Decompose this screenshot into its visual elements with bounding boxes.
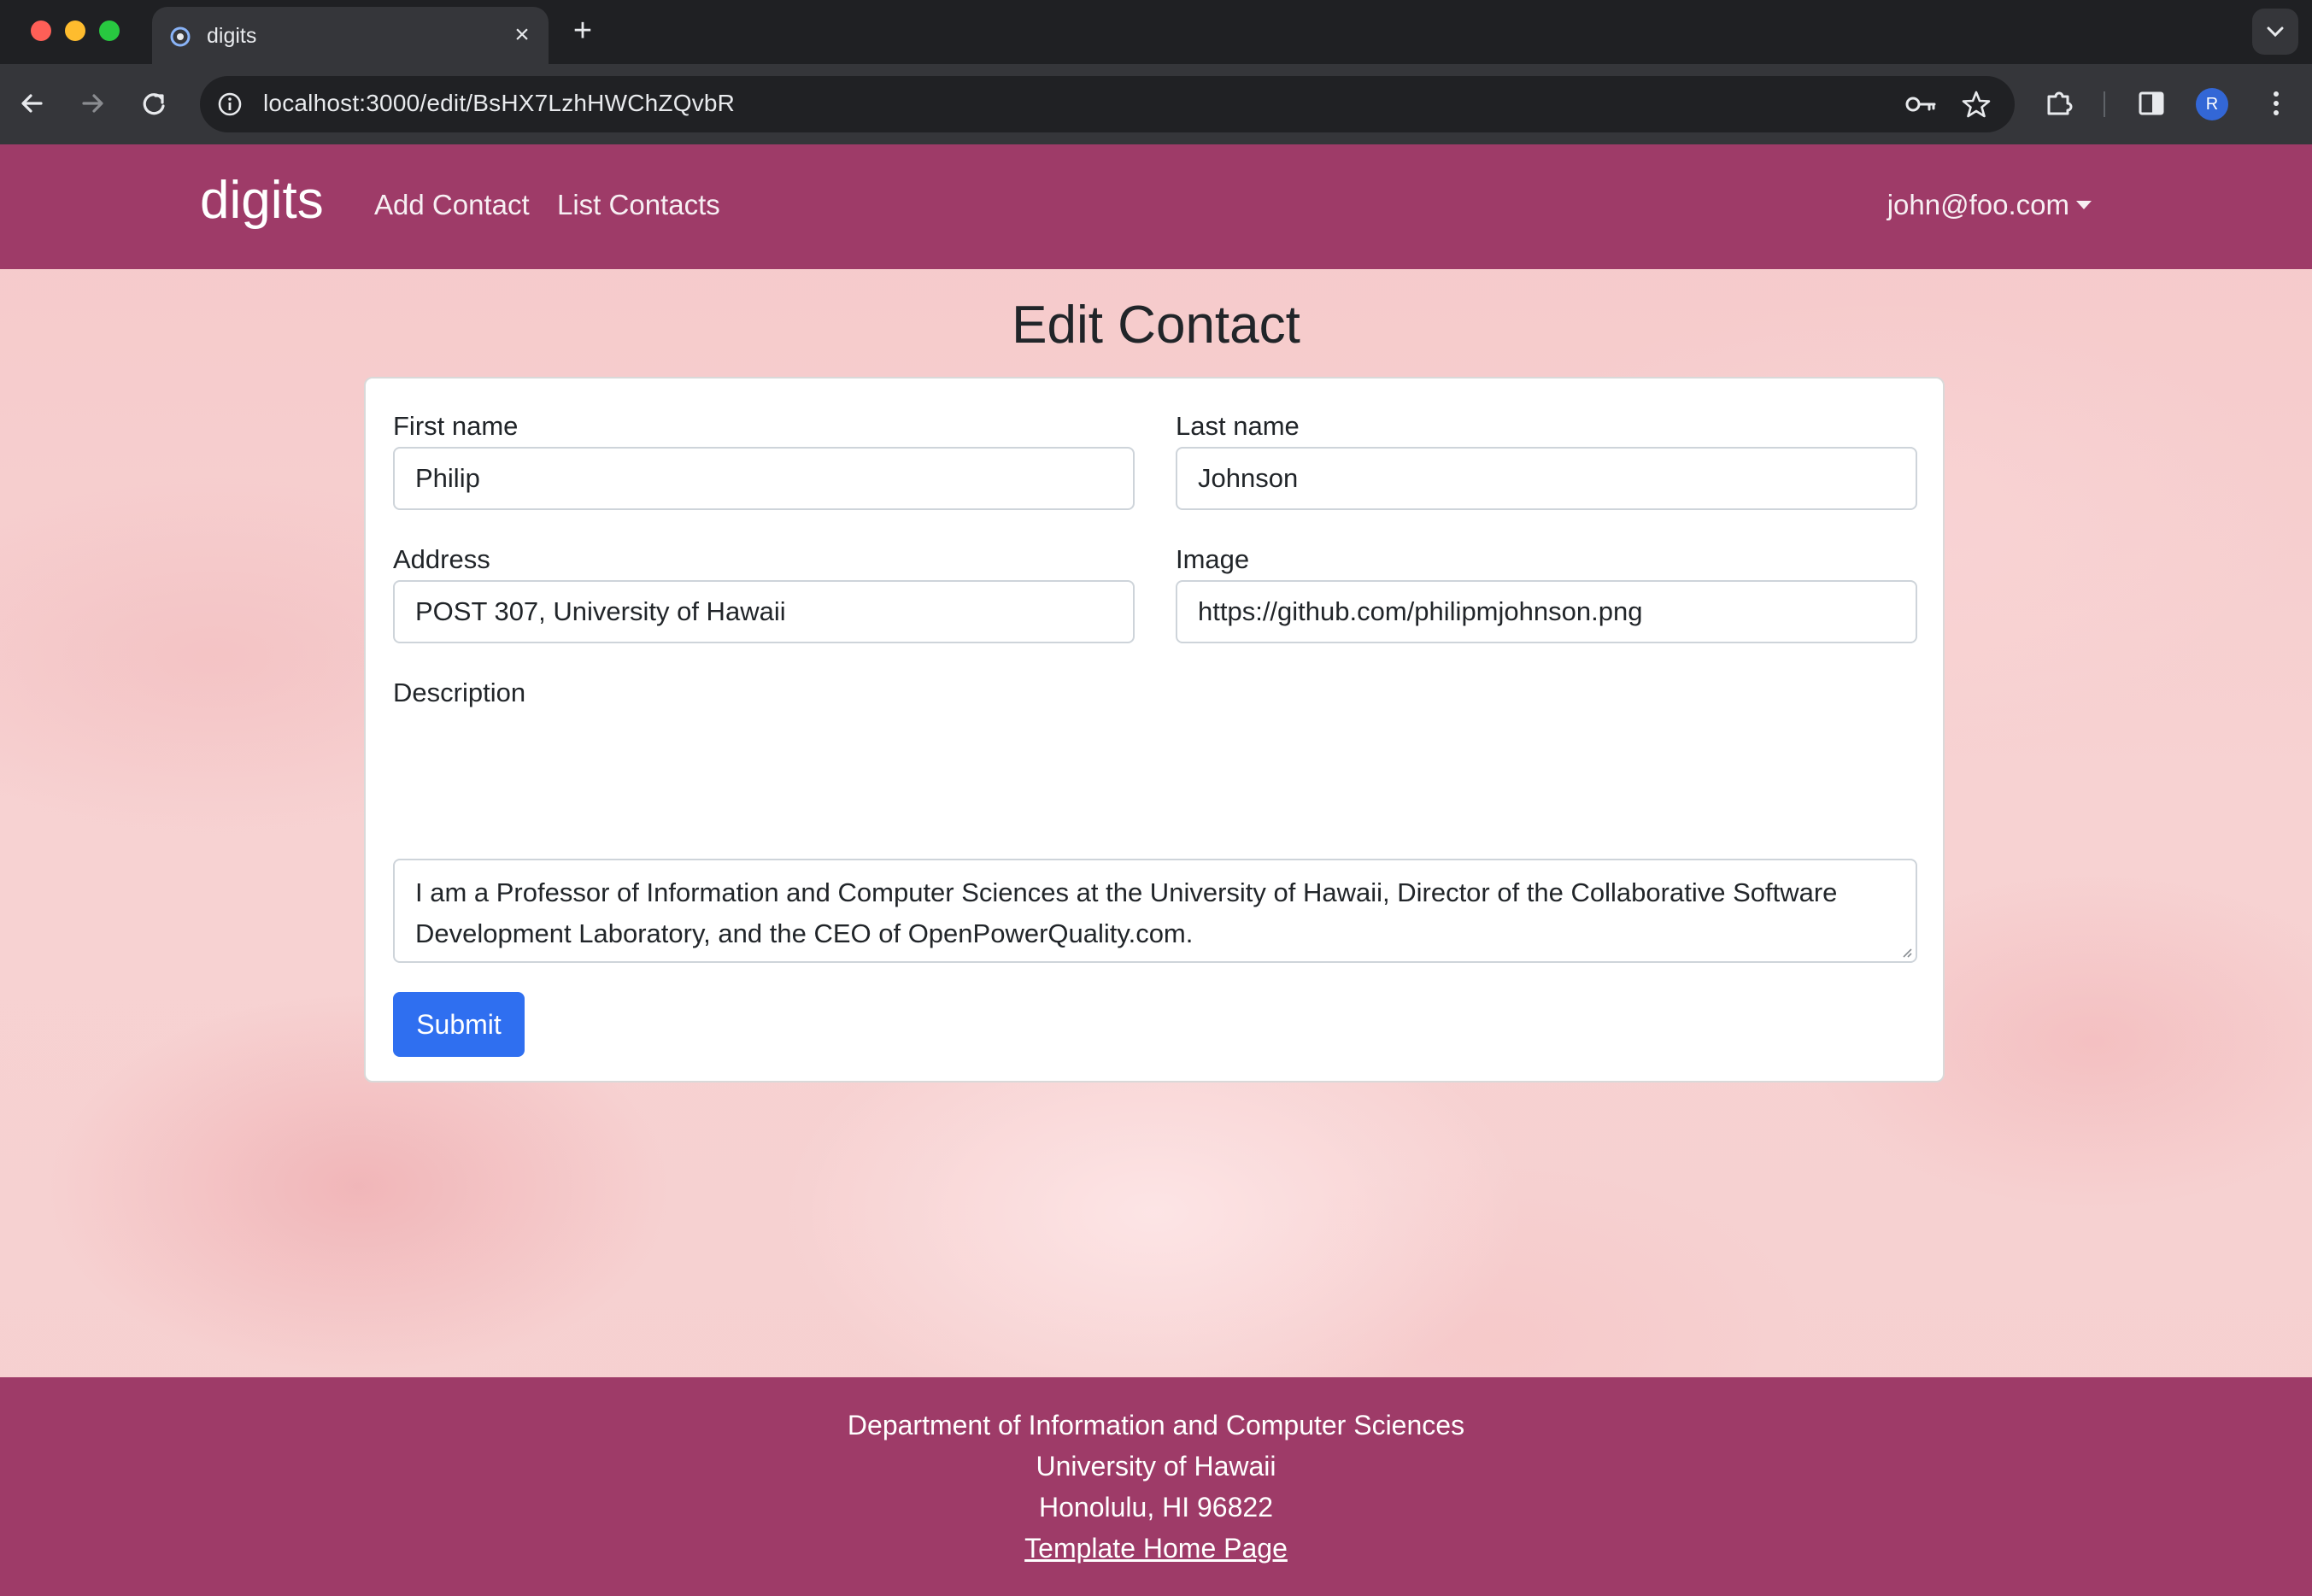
web-page: digits Add Contact List Contacts john@fo… — [0, 144, 2312, 1596]
resize-grip-icon[interactable] — [1898, 944, 1912, 958]
app-navbar: digits Add Contact List Contacts john@fo… — [0, 144, 2312, 269]
back-icon[interactable] — [12, 83, 53, 124]
bookmark-star-icon[interactable] — [1960, 88, 1992, 120]
footer-university: University of Hawaii — [1036, 1451, 1276, 1482]
key-icon[interactable] — [1904, 90, 1938, 119]
nav-add-contact[interactable]: Add Contact — [374, 189, 530, 221]
footer-link-row: Template Home Page — [0, 1533, 2312, 1564]
more-menu-icon[interactable] — [2256, 83, 2297, 124]
brand-link[interactable]: digits — [200, 170, 324, 231]
footer-address: Honolulu, HI 96822 — [1039, 1492, 1273, 1523]
close-window-button[interactable] — [31, 21, 51, 41]
last-name-label: Last name — [1176, 411, 1300, 441]
favicon-icon — [170, 26, 191, 47]
forward-icon[interactable] — [72, 83, 113, 124]
browser-toolbar: localhost:3000/edit/BsHX7LzhHWChZQvbR R — [0, 64, 2312, 144]
reload-icon[interactable] — [133, 83, 174, 124]
toolbar-divider — [2104, 91, 2105, 117]
user-dropdown[interactable]: john@foo.com — [1887, 189, 2092, 221]
side-panel-icon[interactable] — [2131, 83, 2172, 124]
user-email: john@foo.com — [1887, 189, 2069, 220]
description-textarea[interactable]: I am a Professor of Information and Comp… — [393, 859, 1917, 963]
url-text[interactable]: localhost:3000/edit/BsHX7LzhHWChZQvbR — [263, 90, 735, 117]
description-label: Description — [393, 678, 526, 707]
first-name-input[interactable]: Philip — [393, 447, 1135, 510]
tab-close-icon[interactable]: × — [508, 21, 537, 50]
extensions-icon[interactable] — [2039, 83, 2080, 124]
footer-department: Department of Information and Computer S… — [847, 1410, 1465, 1441]
page-title: Edit Contact — [1012, 296, 1300, 355]
browser-tab-strip: digits × + — [0, 0, 2312, 64]
tab-search-button[interactable] — [2252, 9, 2298, 55]
caret-down-icon — [2076, 201, 2092, 209]
submit-button[interactable]: Submit — [393, 992, 525, 1057]
edit-contact-form: First name Philip Last name Johnson Addr… — [364, 377, 1945, 1083]
address-label: Address — [393, 544, 490, 574]
description-text: I am a Professor of Information and Comp… — [415, 877, 1838, 948]
image-input[interactable]: https://github.com/philipmjohnson.png — [1176, 580, 1917, 643]
minimize-window-button[interactable] — [65, 21, 85, 41]
maximize-window-button[interactable] — [99, 21, 120, 41]
profile-avatar[interactable]: R — [2196, 88, 2228, 120]
nav-list-contacts[interactable]: List Contacts — [557, 189, 720, 221]
page-footer: Department of Information and Computer S… — [0, 1377, 2312, 1596]
browser-tab[interactable]: digits × — [152, 7, 549, 64]
site-info-icon[interactable] — [215, 90, 244, 119]
image-label: Image — [1176, 544, 1250, 574]
template-home-link[interactable]: Template Home Page — [1024, 1533, 1288, 1564]
address-input[interactable]: POST 307, University of Hawaii — [393, 580, 1135, 643]
first-name-label: First name — [393, 411, 519, 441]
chevron-down-icon — [2267, 26, 2284, 38]
new-tab-icon[interactable]: + — [566, 14, 600, 48]
tab-title: digits — [207, 24, 257, 48]
address-bar[interactable]: localhost:3000/edit/BsHX7LzhHWChZQvbR — [200, 76, 2015, 132]
last-name-input[interactable]: Johnson — [1176, 447, 1917, 510]
